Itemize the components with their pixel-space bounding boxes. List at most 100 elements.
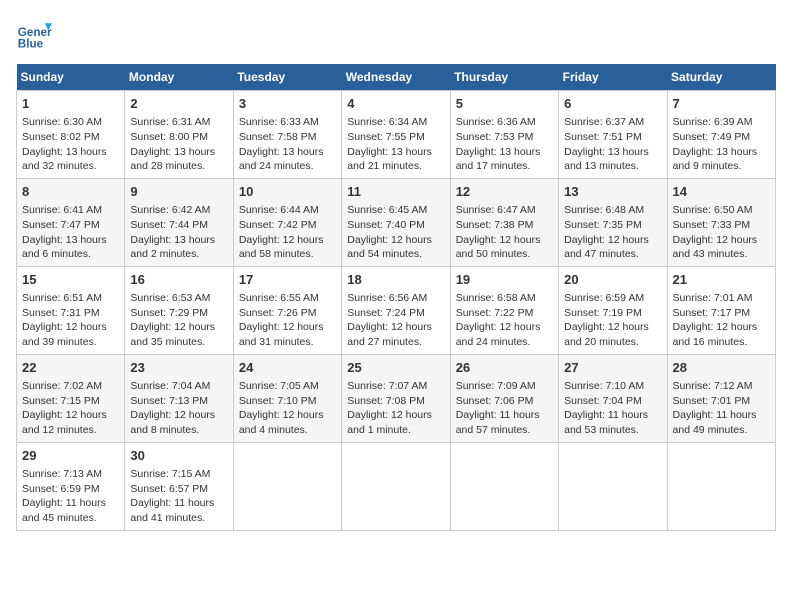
- day-number: 26: [456, 359, 553, 377]
- calendar-cell: 10 Sunrise: 6:44 AMSunset: 7:42 PMDayligh…: [233, 178, 341, 266]
- day-info: Sunset: 7:47 PM: [22, 218, 119, 233]
- day-info: and 47 minutes.: [564, 247, 661, 262]
- day-info: Sunrise: 6:34 AM: [347, 115, 444, 130]
- day-info: Daylight: 12 hours: [564, 233, 661, 248]
- calendar-cell: 26 Sunrise: 7:09 AMSunset: 7:06 PMDayligh…: [450, 354, 558, 442]
- day-info: Daylight: 13 hours: [564, 145, 661, 160]
- day-info: and 57 minutes.: [456, 423, 553, 438]
- day-info: Sunrise: 6:51 AM: [22, 291, 119, 306]
- day-info: Sunrise: 6:41 AM: [22, 203, 119, 218]
- calendar-cell: 21Sunrise: 7:01 AMSunset: 7:17 PMDayligh…: [667, 266, 775, 354]
- calendar-cell: [667, 442, 775, 530]
- day-info: Daylight: 12 hours: [239, 233, 336, 248]
- day-info: Daylight: 12 hours: [130, 320, 227, 335]
- calendar-cell: 4Sunrise: 6:34 AMSunset: 7:55 PMDaylight…: [342, 91, 450, 179]
- day-info: and 41 minutes.: [130, 511, 227, 526]
- weekday-header-row: SundayMondayTuesdayWednesdayThursdayFrid…: [17, 64, 776, 91]
- weekday-header-sunday: Sunday: [17, 64, 125, 91]
- day-number: 10: [239, 183, 336, 201]
- day-number: 14: [673, 183, 770, 201]
- day-info: Daylight: 12 hours: [456, 320, 553, 335]
- day-info: Daylight: 12 hours: [239, 408, 336, 423]
- day-number: 20: [564, 271, 661, 289]
- day-info: Sunrise: 7:15 AM: [130, 467, 227, 482]
- weekday-header-friday: Friday: [559, 64, 667, 91]
- calendar-cell: 11Sunrise: 6:45 AMSunset: 7:40 PMDayligh…: [342, 178, 450, 266]
- calendar-week-row: 29Sunrise: 7:13 AMSunset: 6:59 PMDayligh…: [17, 442, 776, 530]
- day-number: 5: [456, 95, 553, 113]
- day-info: and 21 minutes.: [347, 159, 444, 174]
- day-info: Sunset: 7:24 PM: [347, 306, 444, 321]
- day-info: and 54 minutes.: [347, 247, 444, 262]
- day-info: Daylight: 11 hours: [22, 496, 119, 511]
- day-info: Sunset: 8:02 PM: [22, 130, 119, 145]
- calendar-week-row: 15Sunrise: 6:51 AMSunset: 7:31 PMDayligh…: [17, 266, 776, 354]
- day-number: 9: [130, 183, 227, 201]
- day-info: Sunrise: 6:56 AM: [347, 291, 444, 306]
- day-info: and 4 minutes.: [239, 423, 336, 438]
- day-number: 22: [22, 359, 119, 377]
- day-info: Sunset: 7:51 PM: [564, 130, 661, 145]
- calendar-cell: 15Sunrise: 6:51 AMSunset: 7:31 PMDayligh…: [17, 266, 125, 354]
- calendar-cell: 23Sunrise: 7:04 AMSunset: 7:13 PMDayligh…: [125, 354, 233, 442]
- svg-text:Blue: Blue: [18, 38, 44, 51]
- day-info: Sunset: 7:40 PM: [347, 218, 444, 233]
- day-info: Sunset: 7:10 PM: [239, 394, 336, 409]
- calendar-cell: 2Sunrise: 6:31 AMSunset: 8:00 PMDaylight…: [125, 91, 233, 179]
- day-info: Daylight: 12 hours: [347, 320, 444, 335]
- day-info: Sunrise: 6:30 AM: [22, 115, 119, 130]
- day-info: Sunset: 7:44 PM: [130, 218, 227, 233]
- day-info: Daylight: 12 hours: [239, 320, 336, 335]
- day-info: and 20 minutes.: [564, 335, 661, 350]
- day-info: and 24 minutes.: [456, 335, 553, 350]
- day-info: Sunrise: 6:45 AM: [347, 203, 444, 218]
- day-info: Sunrise: 6:44 AM: [239, 203, 336, 218]
- day-number: 17: [239, 271, 336, 289]
- day-info: Sunset: 7:55 PM: [347, 130, 444, 145]
- day-info: and 2 minutes.: [130, 247, 227, 262]
- calendar-cell: 29Sunrise: 7:13 AMSunset: 6:59 PMDayligh…: [17, 442, 125, 530]
- day-number: 18: [347, 271, 444, 289]
- calendar-cell: 5 Sunrise: 6:36 AMSunset: 7:53 PMDaylight…: [450, 91, 558, 179]
- day-number: 11: [347, 183, 444, 201]
- day-info: Sunset: 7:08 PM: [347, 394, 444, 409]
- day-number: 30: [130, 447, 227, 465]
- day-info: Sunrise: 7:10 AM: [564, 379, 661, 394]
- day-info: Sunrise: 6:36 AM: [456, 115, 553, 130]
- day-info: Daylight: 11 hours: [456, 408, 553, 423]
- day-info: Sunrise: 6:55 AM: [239, 291, 336, 306]
- day-info: Daylight: 13 hours: [22, 233, 119, 248]
- day-info: Sunrise: 7:09 AM: [456, 379, 553, 394]
- day-info: Sunrise: 6:33 AM: [239, 115, 336, 130]
- day-info: and 1 minute.: [347, 423, 444, 438]
- day-info: Sunset: 7:42 PM: [239, 218, 336, 233]
- day-info: Sunset: 7:17 PM: [673, 306, 770, 321]
- calendar-cell: [342, 442, 450, 530]
- day-number: 21: [673, 271, 770, 289]
- day-info: Sunset: 6:57 PM: [130, 482, 227, 497]
- calendar-cell: 30Sunrise: 7:15 AMSunset: 6:57 PMDayligh…: [125, 442, 233, 530]
- day-info: Sunrise: 6:53 AM: [130, 291, 227, 306]
- calendar-cell: 25Sunrise: 7:07 AMSunset: 7:08 PMDayligh…: [342, 354, 450, 442]
- day-info: Sunrise: 6:39 AM: [673, 115, 770, 130]
- day-info: Sunset: 7:06 PM: [456, 394, 553, 409]
- calendar-cell: 6Sunrise: 6:37 AMSunset: 7:51 PMDaylight…: [559, 91, 667, 179]
- day-number: 23: [130, 359, 227, 377]
- day-info: Sunrise: 6:31 AM: [130, 115, 227, 130]
- day-info: Sunset: 7:53 PM: [456, 130, 553, 145]
- day-info: Daylight: 12 hours: [673, 233, 770, 248]
- day-number: 28: [673, 359, 770, 377]
- day-number: 13: [564, 183, 661, 201]
- weekday-header-tuesday: Tuesday: [233, 64, 341, 91]
- weekday-header-saturday: Saturday: [667, 64, 775, 91]
- weekday-header-monday: Monday: [125, 64, 233, 91]
- day-info: Daylight: 11 hours: [673, 408, 770, 423]
- day-number: 4: [347, 95, 444, 113]
- calendar-cell: 13Sunrise: 6:48 AMSunset: 7:35 PMDayligh…: [559, 178, 667, 266]
- day-info: and 17 minutes.: [456, 159, 553, 174]
- day-info: Sunrise: 6:37 AM: [564, 115, 661, 130]
- day-info: Daylight: 11 hours: [564, 408, 661, 423]
- day-info: Daylight: 13 hours: [456, 145, 553, 160]
- day-info: and 6 minutes.: [22, 247, 119, 262]
- day-info: Sunrise: 7:12 AM: [673, 379, 770, 394]
